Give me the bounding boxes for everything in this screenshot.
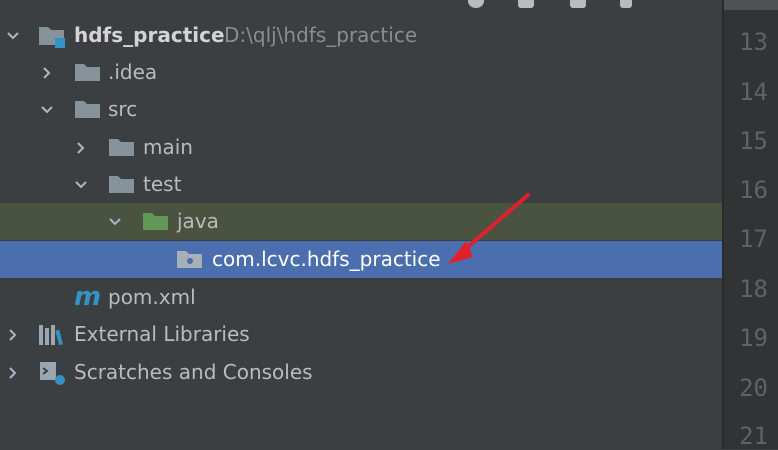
line-number: 16 <box>739 176 768 204</box>
annotation-arrow <box>448 193 530 264</box>
line-number: 18 <box>739 275 768 303</box>
line-number: 20 <box>739 374 768 402</box>
editor-tab-strip <box>724 0 778 10</box>
line-number: 13 <box>739 28 768 56</box>
editor-gutter: 13 14 15 16 17 18 19 20 21 <box>724 0 778 450</box>
line-number: 14 <box>739 78 768 106</box>
line-number: 21 <box>739 422 768 450</box>
line-number: 19 <box>739 324 768 352</box>
line-number: 17 <box>739 225 768 253</box>
line-number: 15 <box>739 127 768 155</box>
